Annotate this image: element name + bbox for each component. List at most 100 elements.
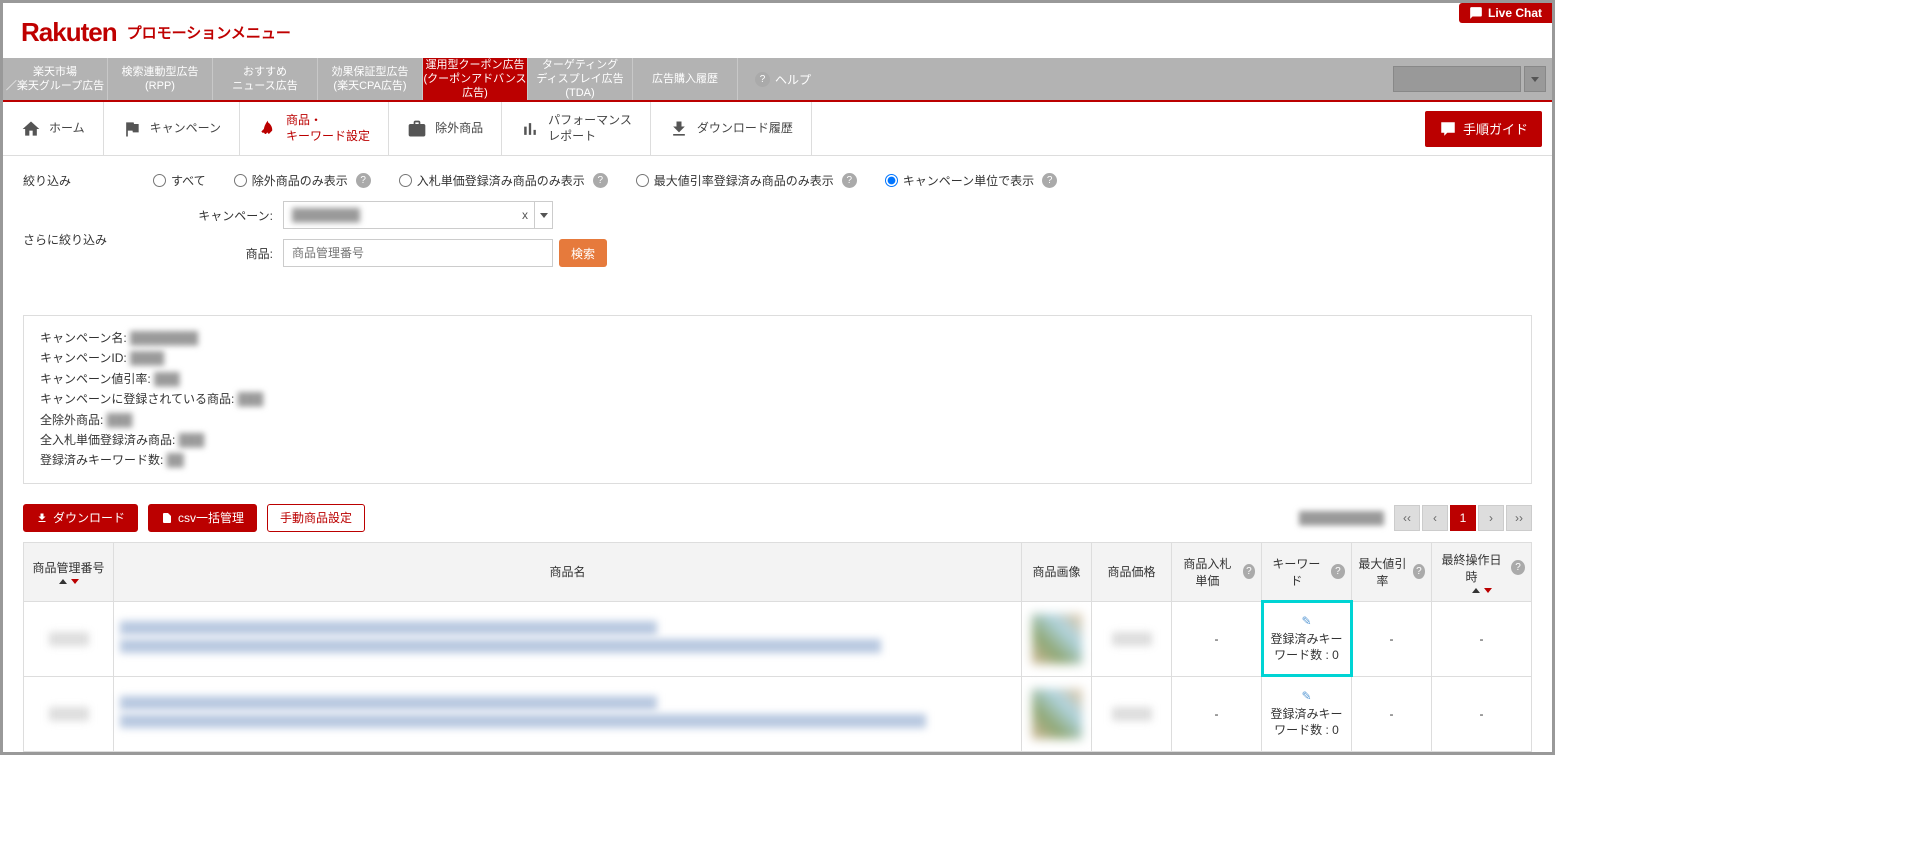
help-icon[interactable]: ? (1511, 560, 1525, 575)
guide-button[interactable]: 手順ガイド (1425, 111, 1542, 147)
radio-excluded[interactable]: 除外商品のみ表示? (234, 172, 371, 189)
nav-coupon-advance[interactable]: 運用型クーポン広告(クーポンアドバンス広告) (423, 58, 528, 100)
help-icon[interactable]: ? (842, 173, 857, 188)
download-icon (36, 512, 48, 524)
cell-bid: - (1172, 601, 1262, 676)
cell-image (1022, 676, 1092, 751)
logo: Rakuten (21, 17, 117, 48)
help-icon[interactable]: ? (1042, 173, 1057, 188)
filter-label: 絞り込み (23, 172, 153, 189)
subnav-product-keyword[interactable]: 商品・キーワード設定 (240, 102, 389, 155)
nav-purchase-history[interactable]: 広告購入履歴 (633, 58, 738, 100)
guide-icon (1439, 120, 1457, 138)
sort-asc-icon[interactable] (1472, 588, 1480, 593)
file-icon (161, 512, 173, 524)
chevron-down-icon (540, 213, 548, 218)
manual-product-button[interactable]: 手動商品設定 (267, 504, 365, 532)
radio-campaign[interactable]: キャンペーン単位で表示? (885, 172, 1057, 189)
rocket-icon (258, 119, 278, 139)
pager-last[interactable]: ›› (1506, 505, 1532, 531)
nav-cpa[interactable]: 効果保証型広告(楽天CPA広告) (318, 58, 423, 100)
chat-icon (1469, 6, 1483, 20)
pager-page-1[interactable]: 1 (1450, 505, 1476, 531)
edit-icon[interactable]: ✎ (1268, 614, 1345, 630)
page-title: プロモーションメニュー (127, 22, 291, 43)
sub-nav: ホーム キャンペーン 商品・キーワード設定 除外商品 パフォーマンスレポート ダ… (3, 102, 1552, 156)
table-row: - ✎ 登録済みキーワード数 : 0 - - (24, 676, 1532, 751)
download-button[interactable]: ダウンロード (23, 504, 138, 532)
pager-next[interactable]: › (1478, 505, 1504, 531)
nav-rpp[interactable]: 検索連動型広告(RPP) (108, 58, 213, 100)
help-icon[interactable]: ? (356, 173, 371, 188)
help-icon[interactable]: ? (593, 173, 608, 188)
campaign-select-label: キャンペーン: (153, 207, 283, 224)
pager-info: ██████████ (1299, 511, 1384, 525)
help-link[interactable]: ? ヘルプ (738, 58, 825, 100)
sort-desc-icon[interactable] (71, 579, 79, 584)
live-chat-label: Live Chat (1488, 6, 1542, 20)
subnav-download-history[interactable]: ダウンロード履歴 (651, 102, 812, 155)
col-bid: 商品入札単価? (1172, 542, 1262, 601)
table-row: - ✎ 登録済みキーワード数 : 0 - - (24, 601, 1532, 676)
nav-news[interactable]: おすすめニュース広告 (213, 58, 318, 100)
pager: ‹‹ ‹ 1 › ›› (1392, 505, 1532, 531)
clear-icon[interactable]: x (516, 208, 534, 222)
live-chat-button[interactable]: Live Chat (1459, 3, 1552, 23)
cell-bid: - (1172, 676, 1262, 751)
home-icon (21, 119, 41, 139)
product-input-label: 商品: (153, 245, 283, 262)
cell-name[interactable] (114, 601, 1022, 676)
edit-icon[interactable]: ✎ (1268, 689, 1345, 705)
sort-asc-icon[interactable] (59, 579, 67, 584)
cell-image (1022, 601, 1092, 676)
pager-prev[interactable]: ‹ (1422, 505, 1448, 531)
help-icon[interactable]: ? (1243, 564, 1255, 579)
cell-date: - (1432, 676, 1532, 751)
help-icon[interactable]: ? (1331, 564, 1345, 579)
cell-discount: - (1352, 601, 1432, 676)
cell-id (24, 601, 114, 676)
user-dropdown-toggle[interactable] (1524, 66, 1546, 92)
top-nav: 楽天市場／楽天グループ広告 検索連動型広告(RPP) おすすめニュース広告 効果… (3, 58, 1552, 102)
user-name-box (1393, 66, 1521, 92)
filter-radio-group: すべて 除外商品のみ表示? 入札単価登録済み商品のみ表示? 最大値引率登録済み商… (153, 172, 1057, 189)
nav-tda[interactable]: ターゲティングディスプレイ広告(TDA) (528, 58, 633, 100)
col-image: 商品画像 (1022, 542, 1092, 601)
radio-all[interactable]: すべて (153, 172, 206, 189)
cell-name[interactable] (114, 676, 1022, 751)
col-id[interactable]: 商品管理番号 (24, 542, 114, 601)
help-icon: ? (755, 72, 770, 87)
help-icon[interactable]: ? (1413, 564, 1425, 579)
header: Rakuten プロモーションメニュー (3, 3, 1552, 58)
dropdown-toggle[interactable] (534, 202, 552, 228)
filter-panel: 絞り込み すべて 除外商品のみ表示? 入札単価登録済み商品のみ表示? 最大値引率… (3, 156, 1552, 305)
download-icon (669, 119, 689, 139)
cell-discount: - (1352, 676, 1432, 751)
product-id-input[interactable] (283, 239, 553, 267)
cell-keyword[interactable]: ✎ 登録済みキーワード数 : 0 (1262, 676, 1352, 751)
col-discount: 最大値引率? (1352, 542, 1432, 601)
campaign-select[interactable]: ████████ x (283, 201, 553, 229)
cell-price (1092, 601, 1172, 676)
cell-date: - (1432, 601, 1532, 676)
sort-desc-icon[interactable] (1484, 588, 1492, 593)
chevron-down-icon (1531, 77, 1539, 82)
cell-keyword-highlighted[interactable]: ✎ 登録済みキーワード数 : 0 (1262, 601, 1352, 676)
pager-first[interactable]: ‹‹ (1394, 505, 1420, 531)
col-name: 商品名 (114, 542, 1022, 601)
chart-icon (520, 119, 540, 139)
nav-rakuten-group[interactable]: 楽天市場／楽天グループ広告 (3, 58, 108, 100)
radio-bid[interactable]: 入札単価登録済み商品のみ表示? (399, 172, 608, 189)
subnav-campaign[interactable]: キャンペーン (104, 102, 240, 155)
csv-button[interactable]: csv一括管理 (148, 504, 257, 532)
subnav-excluded[interactable]: 除外商品 (389, 102, 502, 155)
products-table: 商品管理番号 商品名 商品画像 商品価格 商品入札単価? キーワード? 最大値引… (23, 542, 1532, 752)
search-button[interactable]: 検索 (559, 239, 607, 267)
col-date[interactable]: 最終操作日時? (1432, 542, 1532, 601)
subnav-home[interactable]: ホーム (3, 102, 104, 155)
radio-discount[interactable]: 最大値引率登録済み商品のみ表示? (636, 172, 857, 189)
user-menu[interactable] (1393, 58, 1552, 100)
action-bar: ダウンロード csv一括管理 手動商品設定 ██████████ ‹‹ ‹ 1 … (3, 504, 1552, 542)
campaign-select-value: ████████ (284, 208, 516, 222)
subnav-performance[interactable]: パフォーマンスレポート (502, 102, 651, 155)
